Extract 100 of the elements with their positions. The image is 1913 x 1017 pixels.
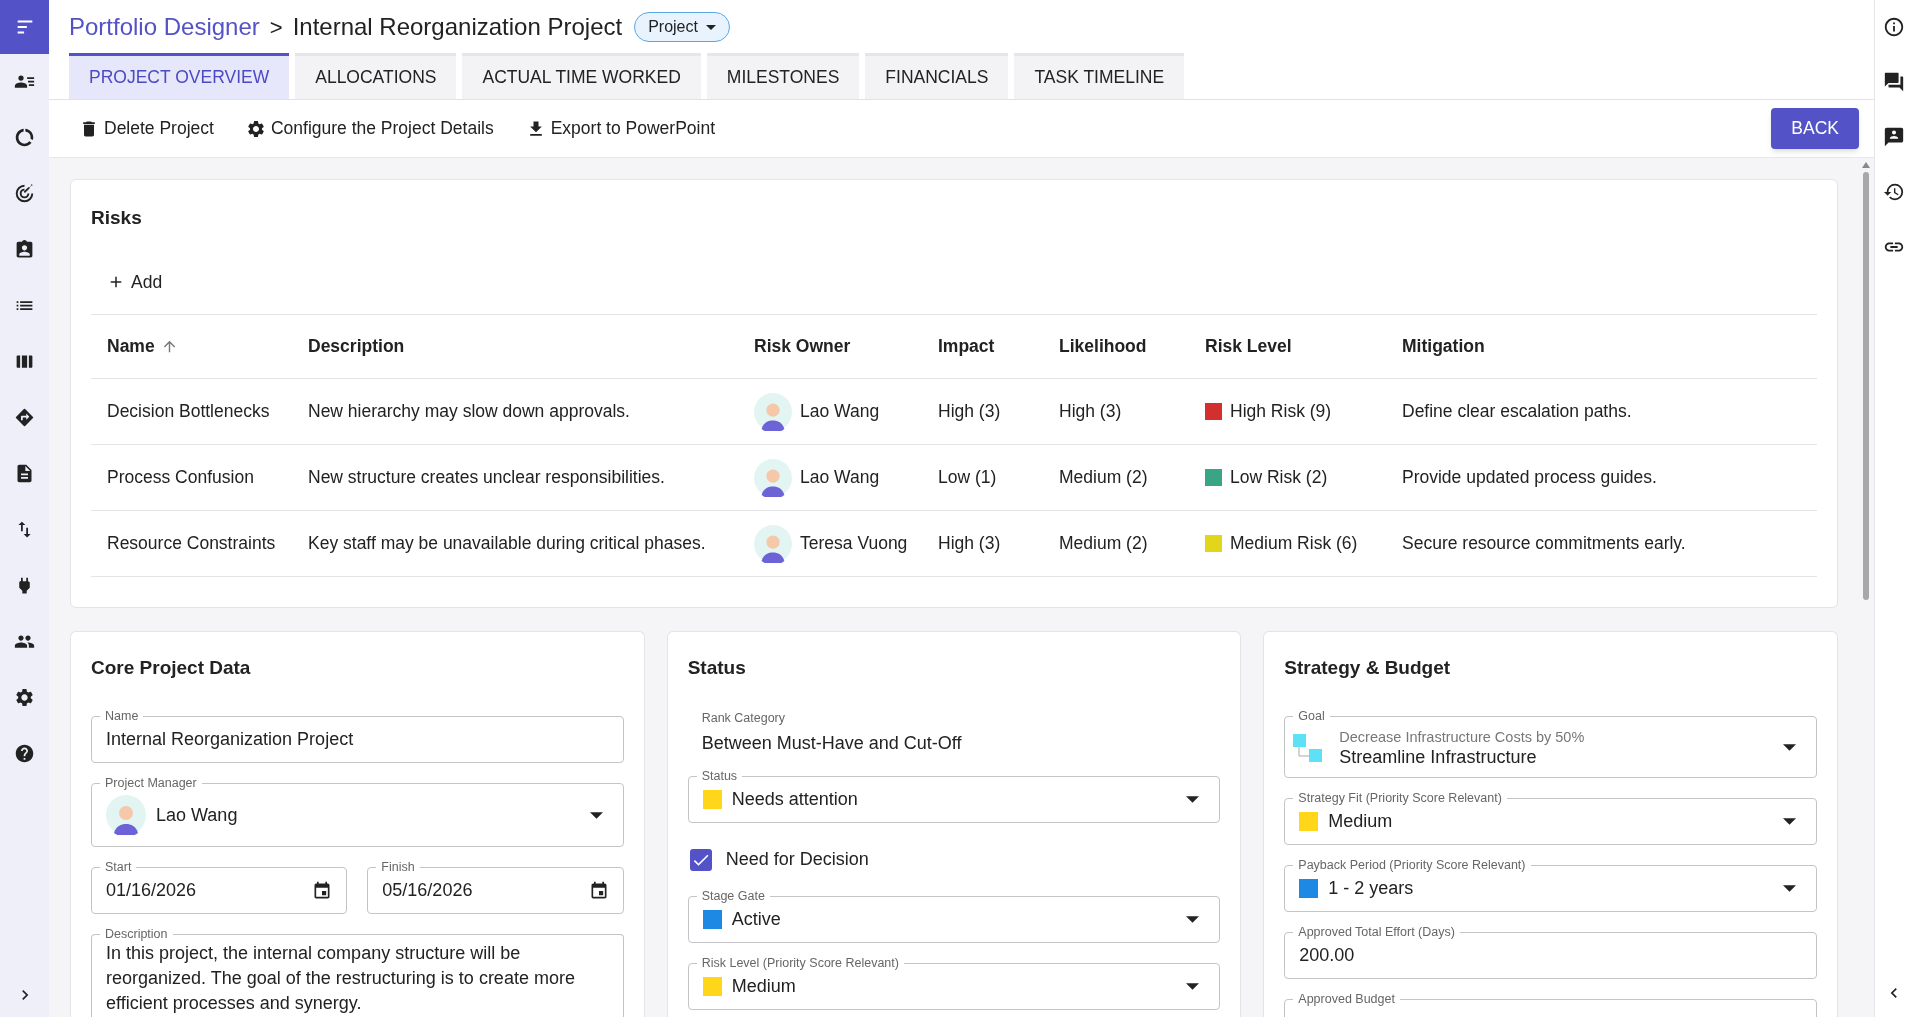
add-button[interactable]: Add [107,264,163,300]
toolbar-button[interactable]: Export to PowerPoint [525,115,716,142]
checkbox[interactable] [689,848,712,871]
table-cell-text: Medium Risk (6) [1230,532,1358,556]
card-title: Status [687,655,747,680]
column-header[interactable]: Description [308,333,405,360]
feedback-icon[interactable] [1883,126,1905,148]
type-dropdown[interactable]: Project [634,12,730,42]
menu-button[interactable] [0,0,49,54]
field-label: Approved Total Effort (Days) [1293,924,1460,940]
date-value: 01/16/2026 [106,879,197,902]
field-label: Risk Level (Priority Score Relevant) [696,955,904,971]
dropdown-caret-icon [1783,885,1796,892]
table-cell: New structure creates unclear responsibilities. [308,467,665,488]
text-area-value: In this project, the internal company structure will be reorganized. The goal of the restructuring is to create more efficient processes and synergy. [106,942,576,1015]
badge-icon[interactable] [14,239,35,260]
history-icon[interactable] [1883,181,1905,203]
calendar-icon[interactable] [312,880,333,901]
tab[interactable]: MILESTONES [706,53,860,99]
table-cell: Medium (2) [1059,533,1148,554]
column-header[interactable]: Risk Owner [754,333,851,360]
chat-icon[interactable] [1883,71,1905,93]
help-icon[interactable] [14,743,35,764]
field-value: Between Must-Have and Cut-Off [701,731,963,755]
field-value: 200.00 [1299,944,1355,967]
table-cell-text: Lao Wang [800,466,880,490]
scroll-up-icon[interactable] [1862,162,1870,168]
card-title: Risks [91,205,143,230]
select-value: Medium [1328,810,1393,833]
field-label: Rank Category [701,710,787,728]
field-value: Internal Reorganization Project [106,728,354,751]
column-header[interactable]: Risk Level [1205,333,1292,360]
table-cell: Secure resource commitments early. [1402,533,1686,554]
field-label: Project Manager [100,775,202,791]
select-value: Medium [731,975,796,998]
table-cell: Process Confusion [107,467,254,488]
field-label: Approved Budget [1293,991,1400,1007]
select-value: 1 - 2 years [1328,877,1414,900]
dropdown-caret-icon [1186,796,1200,803]
table-cell: Provide updated process guides. [1402,467,1657,488]
breadcrumb-separator: > [269,13,283,42]
settings-icon[interactable] [14,687,35,708]
table-cell: Resource Constraints [107,533,276,554]
info-icon[interactable] [1883,16,1905,38]
table-cell: Decision Bottlenecks [107,401,270,422]
scrollbar-thumb[interactable] [1863,172,1869,600]
toolbar-button[interactable]: Configure the Project Details [245,115,494,142]
table-cell: Key staff may be unavailable during critical phases. [308,533,706,554]
tab[interactable]: ALLOCATIONS [295,53,457,99]
caret-icon [705,24,716,30]
checkbox-label: Need for Decision [725,848,869,871]
table-cell: High (3) [938,533,1001,554]
goal-subtitle: Decrease Infrastructure Costs by 50% [1339,728,1585,747]
table-cell-text: Teresa Vuong [800,532,908,556]
tab[interactable]: PROJECT OVERVIEW [69,53,290,99]
field-label: Description [100,926,173,942]
column-header[interactable]: Name [107,333,155,360]
column-header[interactable]: Likelihood [1059,333,1147,360]
avatar [754,524,792,563]
avatar [754,458,792,497]
select-value: Needs attention [731,788,858,811]
table-cell: New hierarchy may slow down approvals. [308,401,630,422]
table-cell-text: High Risk (9) [1230,400,1332,424]
dropdown-caret-icon [1186,916,1200,923]
table-cell-text: Lao Wang [800,400,880,424]
field-label: Strategy Fit (Priority Score Relevant) [1293,790,1507,806]
table-cell: Low (1) [938,467,997,488]
table-cell: Define clear escalation paths. [1402,401,1632,422]
table-cell-text: Low Risk (2) [1230,466,1328,490]
dropdown-caret-icon [1783,743,1796,751]
target-icon[interactable] [14,183,35,204]
avatar [106,795,146,835]
donut-chart-icon[interactable] [14,127,35,148]
settings-icon [245,118,266,139]
tab[interactable]: TASK TIMELINE [1014,53,1185,99]
table-cell: High (3) [938,401,1001,422]
goal-value: Streamline Infrastructure [1339,747,1538,767]
toolbar-button[interactable]: Delete Project [79,115,214,142]
field-label: Stage Gate [696,888,770,904]
table-cell: Medium (2) [1059,467,1148,488]
dropdown-value: Lao Wang [156,803,238,827]
dropdown-caret-icon [1783,818,1796,825]
table-cell: High (3) [1059,401,1122,422]
back-button[interactable]: BACK [1771,108,1859,149]
page-title: Internal Reorganization Project [292,12,623,42]
select-value: Active [731,908,781,931]
field-label: Payback Period (Priority Score Relevant) [1293,857,1531,873]
dropdown-caret-icon [1186,983,1200,990]
column-header[interactable]: Mitigation [1402,333,1485,360]
direction-sign-icon[interactable] [14,407,35,428]
column-header[interactable]: Impact [938,333,995,360]
card-title: Strategy & Budget [1284,655,1452,680]
date-value: 05/16/2026 [382,879,473,902]
document-icon[interactable] [14,463,35,484]
avatar [754,392,792,431]
tab[interactable]: FINANCIALS [865,53,1009,99]
breadcrumb-link[interactable]: Portfolio Designer [69,9,260,45]
tab[interactable]: ACTUAL TIME WORKED [462,53,701,99]
dropdown-caret-icon [589,811,603,819]
card-title: Core Project Data [91,655,252,680]
